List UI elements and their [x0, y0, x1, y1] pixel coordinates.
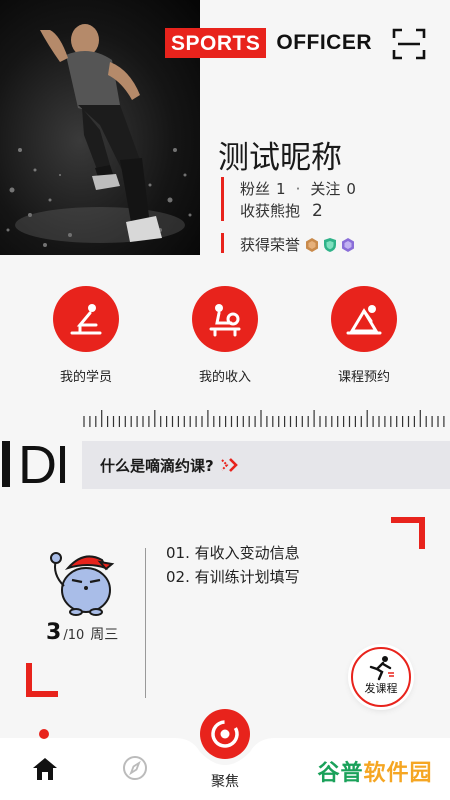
site-watermark: 谷普 软件园 — [306, 752, 444, 790]
my-students-button[interactable]: 我的学员 — [36, 286, 136, 385]
honors-label: 获得荣誉 — [240, 236, 301, 254]
brand-officer: OFFICER — [276, 31, 373, 54]
date-day: 3 — [46, 620, 62, 645]
nav-discover[interactable] — [121, 754, 149, 787]
stats-accent-bar — [221, 177, 224, 221]
follow-stats[interactable]: 粉丝 1 · 关注 0 — [240, 178, 356, 199]
decorative-ruler — [83, 410, 445, 427]
nav-home[interactable] — [31, 756, 59, 787]
nav-focus-label: 聚焦 — [211, 774, 239, 790]
booking-icon — [331, 286, 397, 352]
card-corner-top-right — [391, 517, 425, 549]
user-nickname: 测试昵称 — [218, 140, 342, 176]
honors-accent-bar — [221, 233, 224, 253]
brand-logo: SPORTS OFFICER — [165, 28, 372, 58]
my-income-button[interactable]: 我的收入 — [175, 286, 275, 385]
date-month: /10 — [63, 628, 85, 643]
fans-label: 粉丝 — [240, 180, 271, 198]
scan-button[interactable] — [392, 28, 426, 60]
follow-label: 关注 — [310, 180, 341, 198]
promo-text: 什么是嘀滴约课? — [100, 456, 214, 475]
date-weekday: 周三 — [90, 627, 119, 643]
task-item-training-plan[interactable]: 02. 有训练计划填写 — [166, 566, 300, 587]
follow-count: 0 — [346, 179, 356, 198]
watermark-text-b: 软件园 — [363, 761, 433, 786]
publish-course-label: 发课程 — [364, 682, 398, 695]
course-booking-button[interactable]: 课程预约 — [314, 286, 414, 385]
my-students-label: 我的学员 — [59, 370, 112, 385]
di-logo: DI — [18, 435, 70, 495]
di-logo-bar — [2, 441, 10, 487]
home-icon — [33, 758, 57, 780]
bronze-badge-icon — [306, 237, 319, 252]
fans-count: 1 — [276, 179, 286, 198]
income-icon — [192, 286, 258, 352]
hugs-label: 收获熊抱 — [240, 202, 301, 220]
what-is-didi-banner[interactable]: 什么是嘀滴约课? — [82, 441, 450, 489]
student-icon — [53, 286, 119, 352]
hugs-stats: 收获熊抱 2 — [240, 200, 323, 221]
green-badge-icon — [324, 237, 337, 252]
mascot-bear-icon — [50, 552, 115, 616]
double-chevron-right-icon — [220, 458, 238, 472]
course-booking-label: 课程预约 — [337, 370, 390, 385]
schedule-divider — [145, 548, 146, 698]
hugs-count: 2 — [312, 200, 323, 221]
compass-icon — [123, 756, 147, 780]
schedule-date: 3 /10 周三 — [46, 620, 118, 645]
card-corner-bottom-left — [26, 663, 58, 697]
scan-icon — [392, 28, 426, 60]
nav-focus[interactable] — [200, 709, 250, 759]
brand-sports: SPORTS — [165, 28, 267, 58]
stats-separator: · — [295, 179, 301, 198]
watermark-text-a: 谷普 — [317, 761, 364, 786]
honors-row[interactable]: 获得荣誉 — [240, 234, 356, 255]
task-item-income[interactable]: 01. 有收入变动信息 — [166, 542, 300, 563]
nav-active-dot — [39, 729, 49, 739]
purple-badge-icon — [342, 237, 355, 252]
publish-course-button[interactable]: 发课程 — [351, 647, 411, 707]
runner-icon — [369, 656, 394, 681]
my-income-label: 我的收入 — [198, 370, 251, 385]
focus-icon — [211, 720, 239, 748]
